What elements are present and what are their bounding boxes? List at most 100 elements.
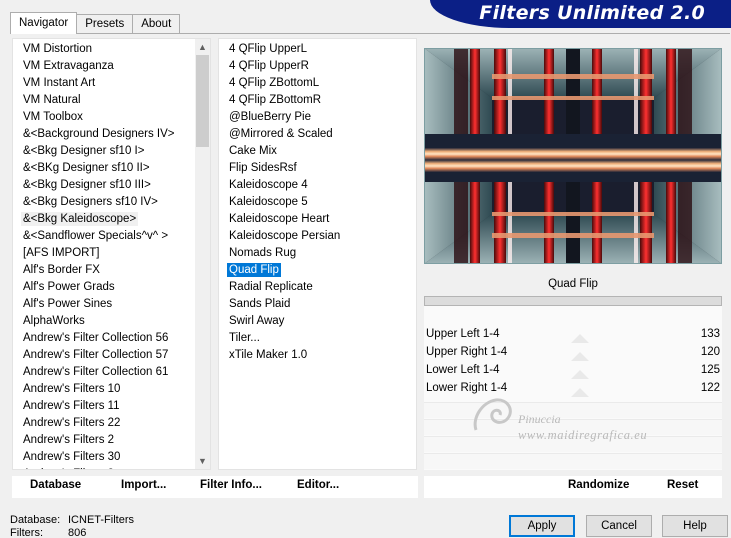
filter-item[interactable]: Kaleidoscope Heart <box>219 211 416 228</box>
category-item[interactable]: Andrew's Filters 3 <box>13 466 210 469</box>
category-item[interactable]: &<Bkg Designer sf10 I> <box>13 143 210 160</box>
category-item-label: &<Bkg Designer sf10 III> <box>23 179 151 191</box>
category-item[interactable]: &<Background Designers IV> <box>13 126 210 143</box>
filter-item[interactable]: Quad Flip <box>219 262 416 279</box>
tab-presets[interactable]: Presets <box>76 14 134 34</box>
filter-item[interactable]: 4 QFlip UpperR <box>219 58 416 75</box>
filter-item[interactable]: Nomads Rug <box>219 245 416 262</box>
category-item[interactable]: VM Instant Art <box>13 75 210 92</box>
slider-thumb-icon[interactable] <box>571 388 589 397</box>
database-button[interactable]: Database <box>30 479 81 491</box>
filter-item[interactable]: Kaleidoscope 4 <box>219 177 416 194</box>
filter-item[interactable]: 4 QFlip UpperL <box>219 41 416 58</box>
category-item[interactable]: VM Distortion <box>13 41 210 58</box>
category-item[interactable]: VM Extravaganza <box>13 58 210 75</box>
category-item[interactable]: &<Bkg Designers sf10 IV> <box>13 194 210 211</box>
filter-item-label: xTile Maker 1.0 <box>229 349 308 361</box>
category-scrollbar[interactable]: ▲ ▼ <box>195 39 210 469</box>
tab-panel-border <box>10 33 730 34</box>
category-item[interactable]: Andrew's Filters 10 <box>13 381 210 398</box>
category-item-label: &<Sandflower Specials^v^ > <box>23 230 169 242</box>
param-lower-left[interactable]: Lower Left 1-4 125 <box>424 362 722 379</box>
category-item-label: VM Toolbox <box>23 111 83 123</box>
filter-item[interactable]: Sands Plaid <box>219 296 416 313</box>
filter-item-label: Cake Mix <box>229 145 277 157</box>
slider-thumb-icon[interactable] <box>571 370 589 379</box>
apply-button[interactable]: Apply <box>509 515 575 537</box>
param-empty-row <box>424 419 722 435</box>
category-item[interactable]: Alf's Border FX <box>13 262 210 279</box>
filter-item[interactable]: Flip SidesRsf <box>219 160 416 177</box>
right-toolbar: Randomize Reset <box>424 476 722 498</box>
category-item[interactable]: AlphaWorks <box>13 313 210 330</box>
filter-item[interactable]: 4 QFlip ZBottomR <box>219 92 416 109</box>
category-list[interactable]: VM Distortion VM Extravaganza VM Instant A… <box>12 38 211 470</box>
category-item-label: Andrew's Filter Collection 61 <box>23 366 169 378</box>
filter-item[interactable]: Swirl Away <box>219 313 416 330</box>
category-item-label: VM Instant Art <box>23 77 96 89</box>
param-upper-left[interactable]: Upper Left 1-4 133 <box>424 326 722 343</box>
scroll-down-arrow-icon[interactable]: ▼ <box>195 453 210 469</box>
tab-about[interactable]: About <box>132 14 181 34</box>
scroll-thumb[interactable] <box>196 55 209 147</box>
category-item[interactable]: Andrew's Filter Collection 61 <box>13 364 210 381</box>
category-item-label: VM Natural <box>23 94 81 106</box>
category-item[interactable]: Andrew's Filter Collection 57 <box>13 347 210 364</box>
filter-list[interactable]: 4 QFlip UpperL 4 QFlip UpperR 4 QFlip ZBot… <box>218 38 417 470</box>
slider-thumb-icon[interactable] <box>571 352 589 361</box>
param-label: Lower Right 1-4 <box>426 382 508 394</box>
randomize-button[interactable]: Randomize <box>568 479 629 491</box>
filter-item-label: 4 QFlip ZBottomL <box>229 77 320 89</box>
filter-item[interactable]: Cake Mix <box>219 143 416 160</box>
category-item[interactable]: Andrew's Filters 11 <box>13 398 210 415</box>
category-item-label: Andrew's Filters 10 <box>23 383 121 395</box>
tab-bar: Navigator Presets About <box>10 12 181 34</box>
filter-item[interactable]: xTile Maker 1.0 <box>219 347 416 364</box>
filter-item[interactable]: @Mirrored & Scaled <box>219 126 416 143</box>
cancel-button[interactable]: Cancel <box>586 515 652 537</box>
filter-item-label: @Mirrored & Scaled <box>229 128 333 140</box>
filter-item[interactable]: Tiler... <box>219 330 416 347</box>
category-item-label: Alf's Power Grads <box>23 281 115 293</box>
param-value: 122 <box>700 382 720 394</box>
category-item[interactable]: VM Toolbox <box>13 109 210 126</box>
filter-item-label: Tiler... <box>229 332 260 344</box>
category-item[interactable]: Alf's Power Grads <box>13 279 210 296</box>
filter-item[interactable]: @BlueBerry Pie <box>219 109 416 126</box>
editor-button[interactable]: Editor... <box>297 479 339 491</box>
category-item[interactable]: Andrew's Filters 22 <box>13 415 210 432</box>
category-item[interactable]: VM Natural <box>13 92 210 109</box>
category-item[interactable]: &<BKg Designer sf10 II> <box>13 160 210 177</box>
import-button[interactable]: Import... <box>121 479 166 491</box>
slider-thumb-icon[interactable] <box>571 334 589 343</box>
scroll-up-arrow-icon[interactable]: ▲ <box>195 39 210 55</box>
category-item-label: &<BKg Designer sf10 II> <box>23 162 150 174</box>
param-upper-right[interactable]: Upper Right 1-4 120 <box>424 344 722 361</box>
param-lower-right[interactable]: Lower Right 1-4 122 <box>424 380 722 397</box>
filter-item[interactable]: Radial Replicate <box>219 279 416 296</box>
category-items: VM Distortion VM Extravaganza VM Instant A… <box>13 39 210 469</box>
param-empty-row <box>424 436 722 452</box>
category-item[interactable]: Alf's Power Sines <box>13 296 210 313</box>
filter-parameters-panel: Quad Flip Upper Left 1-4 133 Upper Right… <box>424 272 722 470</box>
filter-item[interactable]: Kaleidoscope Persian <box>219 228 416 245</box>
param-empty-row <box>424 402 722 418</box>
category-item[interactable]: [AFS IMPORT] <box>13 245 210 262</box>
category-item[interactable]: Andrew's Filters 2 <box>13 432 210 449</box>
reset-button[interactable]: Reset <box>667 479 698 491</box>
category-item[interactable]: &<Bkg Kaleidoscope> <box>13 211 210 228</box>
category-item[interactable]: &<Sandflower Specials^v^ > <box>13 228 210 245</box>
filter-info-button[interactable]: Filter Info... <box>200 479 262 491</box>
category-item[interactable]: &<Bkg Designer sf10 III> <box>13 177 210 194</box>
filter-item[interactable]: 4 QFlip ZBottomL <box>219 75 416 92</box>
tab-navigator[interactable]: Navigator <box>10 12 78 34</box>
category-item-label: Andrew's Filter Collection 57 <box>23 349 169 361</box>
category-item-label: &<Background Designers IV> <box>23 128 175 140</box>
filter-item-label: Flip SidesRsf <box>229 162 297 174</box>
filter-item[interactable]: Kaleidoscope 5 <box>219 194 416 211</box>
category-item[interactable]: Andrew's Filter Collection 56 <box>13 330 210 347</box>
category-item[interactable]: Andrew's Filters 30 <box>13 449 210 466</box>
filter-item-label: Sands Plaid <box>229 298 291 310</box>
filter-item-label: Swirl Away <box>229 315 285 327</box>
help-button[interactable]: Help <box>662 515 728 537</box>
